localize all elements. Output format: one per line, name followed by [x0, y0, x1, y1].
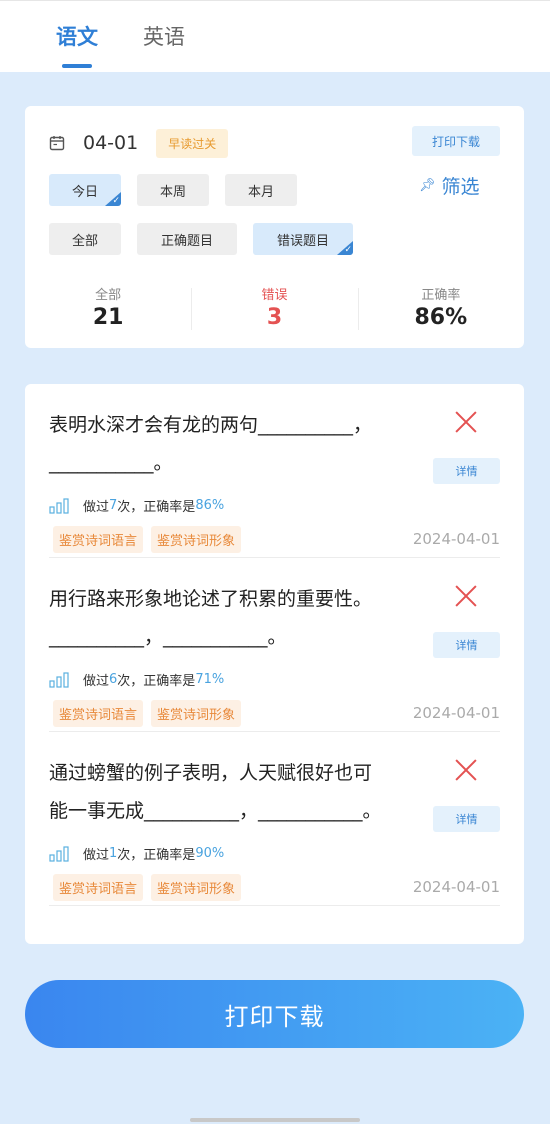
stat-total: 全部 21 [25, 284, 191, 334]
question-date: 2024-04-01 [412, 878, 500, 896]
stat-accuracy: 正确率 86% [357, 284, 524, 334]
question-line: 能一事无成__________，___________。 [49, 800, 382, 822]
filter-card: 04-01 早读过关 打印下载 今日 ✓ 本周 本月 📌︎ 筛选 全部 正确题目… [25, 106, 524, 348]
stat-value: 3 [266, 305, 283, 330]
question-date: 2024-04-01 [412, 704, 500, 722]
question-line: ___________。 [49, 452, 173, 474]
tag-list: 鉴赏诗词语言 鉴赏诗词形象 [53, 526, 242, 553]
chip-label: 今日 [71, 184, 98, 200]
print-download-small-button[interactable]: 打印下载 [412, 126, 500, 156]
list-item: 表明水深才会有龙的两句__________， ___________。 详情 做… [49, 384, 500, 558]
active-tab-indicator [62, 64, 92, 68]
meta-prefix: 做过 [83, 500, 110, 515]
tab-chinese[interactable]: 语文 [56, 21, 98, 51]
tag-list: 鉴赏诗词语言 鉴赏诗词形象 [53, 874, 242, 901]
accuracy-rate: 71% [195, 672, 225, 687]
stat-label: 全部 [95, 288, 122, 303]
tag-list: 鉴赏诗词语言 鉴赏诗词形象 [53, 700, 242, 727]
question-list: 表明水深才会有龙的两句__________， ___________。 详情 做… [25, 384, 524, 944]
stat-value: 21 [92, 305, 124, 330]
chip-correct[interactable]: 正确题目 [137, 223, 237, 255]
meta-mid: 次，正确率是 [117, 500, 196, 515]
print-download-button[interactable]: 打印下载 [25, 980, 524, 1048]
calendar-icon[interactable] [49, 135, 65, 151]
date-row: 04-01 早读过关 [49, 128, 229, 158]
detail-button[interactable]: 详情 [433, 632, 500, 658]
tag: 鉴赏诗词语言 [53, 526, 144, 553]
meta-prefix: 做过 [83, 848, 110, 863]
stat-label: 正确率 [421, 288, 461, 303]
chip-today[interactable]: 今日 ✓ [49, 174, 121, 206]
question-text: 通过螃蟹的例子表明，人天赋很好也可 能一事无成__________，______… [49, 754, 429, 830]
question-date: 2024-04-01 [412, 530, 500, 548]
detail-button[interactable]: 详情 [433, 458, 500, 484]
chip-wrong[interactable]: 错误题目 ✓ [253, 223, 353, 255]
question-line: 通过螃蟹的例子表明，人天赋很好也可 [49, 762, 373, 784]
pin-icon: 📌︎ [419, 178, 436, 193]
tag: 鉴赏诗词语言 [53, 874, 144, 901]
question-meta: 做过 7 次，正确率是 86% [49, 496, 224, 515]
stat-value: 86% [414, 305, 468, 330]
question-line: 表明水深才会有龙的两句__________， [49, 414, 373, 436]
accuracy-rate: 90% [195, 846, 225, 861]
detail-button[interactable]: 详情 [433, 806, 500, 832]
signal-bars-icon [49, 671, 69, 688]
check-icon: ✓ [112, 196, 120, 206]
tab-english[interactable]: 英语 [143, 21, 185, 51]
stat-wrong: 错误 3 [191, 284, 357, 334]
close-icon[interactable] [454, 410, 478, 434]
home-indicator[interactable] [190, 1118, 360, 1122]
question-line: __________，___________。 [49, 626, 287, 648]
attempt-count: 7 [109, 498, 118, 513]
attempt-count: 6 [109, 672, 118, 687]
tag: 鉴赏诗词形象 [151, 700, 242, 727]
accuracy-rate: 86% [195, 498, 225, 513]
question-meta: 做过 1 次，正确率是 90% [49, 844, 224, 863]
chip-week[interactable]: 本周 [137, 174, 209, 206]
chip-label: 错误题目 [276, 233, 329, 249]
tag: 鉴赏诗词形象 [151, 874, 242, 901]
list-item: 用行路来形象地论述了积累的重要性。 __________，___________… [49, 558, 500, 732]
date-value[interactable]: 04-01 [83, 132, 138, 154]
list-item: 通过螃蟹的例子表明，人天赋很好也可 能一事无成__________，______… [49, 732, 500, 906]
tag: 鉴赏诗词形象 [151, 526, 242, 553]
status-badge: 早读过关 [156, 128, 229, 158]
chip-all[interactable]: 全部 [49, 223, 121, 255]
check-icon: ✓ [344, 245, 352, 255]
top-tab-bar: 语文 英语 [0, 0, 550, 72]
question-line: 用行路来形象地论述了积累的重要性。 [49, 588, 373, 610]
signal-bars-icon [49, 845, 69, 862]
meta-prefix: 做过 [83, 674, 110, 689]
close-icon[interactable] [454, 584, 478, 608]
question-meta: 做过 6 次，正确率是 71% [49, 670, 224, 689]
tag: 鉴赏诗词语言 [53, 700, 144, 727]
meta-mid: 次，正确率是 [117, 674, 196, 689]
question-text: 表明水深才会有龙的两句__________， ___________。 [49, 406, 429, 482]
stats-row: 全部 21 错误 3 正确率 86% [25, 284, 524, 334]
stat-label: 错误 [261, 288, 288, 303]
attempt-count: 1 [109, 846, 118, 861]
signal-bars-icon [49, 497, 69, 514]
close-icon[interactable] [454, 758, 478, 782]
filter-button[interactable]: 📌︎ 筛选 [419, 172, 480, 199]
chip-month[interactable]: 本月 [225, 174, 297, 206]
filter-label: 筛选 [441, 176, 480, 198]
question-text: 用行路来形象地论述了积累的重要性。 __________，___________… [49, 580, 429, 656]
meta-mid: 次，正确率是 [117, 848, 196, 863]
